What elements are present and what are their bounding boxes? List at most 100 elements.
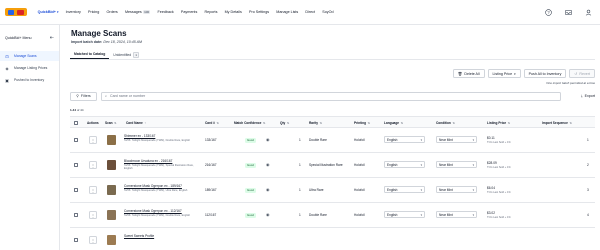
condition-select[interactable]: Near Mint ▾ <box>436 136 477 143</box>
col-match-confidence[interactable]: Match Confidence ⇅ <box>234 121 266 125</box>
quantity: 1 <box>299 163 301 167</box>
search-placeholder: Card name or number <box>110 94 146 98</box>
printing: Holofoil <box>354 138 365 142</box>
app-logo[interactable] <box>5 5 29 19</box>
filters-button[interactable]: ⚲ Filters <box>70 91 97 101</box>
scan-thumbnail[interactable] <box>107 235 116 245</box>
row-actions-menu-icon[interactable]: ⋮ <box>89 236 97 244</box>
row-checkbox[interactable] <box>74 238 78 242</box>
language-select[interactable]: English ▾ <box>384 161 425 168</box>
search-input[interactable]: ⌕ Card name or number <box>101 91 561 101</box>
inbox-icon[interactable] <box>564 8 572 16</box>
select-all-checkbox[interactable] <box>74 121 78 125</box>
scan-icon: ⊡ <box>5 53 9 59</box>
language-select[interactable]: English ▾ <box>384 211 425 218</box>
condition-select[interactable]: Near Mint ▾ <box>436 211 477 218</box>
card-name-link[interactable]: Sweet Sweets Profile <box>124 234 194 238</box>
result-count: 1-44 of 44 <box>70 108 84 112</box>
col-card-name[interactable]: Card Name ↑ <box>126 121 146 125</box>
listing-price-button[interactable]: Listing Price ▾ <box>487 69 521 78</box>
nav-item-orders[interactable]: Orders <box>103 10 121 14</box>
tabs: Matched to Catalog Unidentified 1 <box>70 50 595 60</box>
card-number: 216/167 <box>205 163 217 167</box>
scan-thumbnail[interactable] <box>107 135 116 145</box>
nav-item-my-details[interactable]: My Details <box>221 10 245 14</box>
eye-icon[interactable]: ◉ <box>266 137 270 142</box>
delete-all-button[interactable]: 🗑 Delete All <box>452 69 485 78</box>
chevron-down-icon: ▾ <box>420 162 422 167</box>
nav-item-inventory[interactable]: Inventory <box>62 10 84 14</box>
chevron-down-icon: ▾ <box>472 137 474 142</box>
card-name-link[interactable]: Shimmer ex - 133/167 <box>124 134 194 138</box>
eye-icon[interactable]: ◉ <box>266 212 270 217</box>
sidebar-item-manage-listing-prices[interactable]: ◈ Manage Listing Prices <box>0 63 59 73</box>
row-actions-menu-icon[interactable]: ⋮ <box>89 211 97 219</box>
col-rarity[interactable]: Rarity ⇅ <box>309 121 322 125</box>
nav-item-soyod[interactable]: SoyOd <box>319 10 337 14</box>
row-checkbox[interactable] <box>74 213 78 217</box>
eye-icon[interactable]: ◉ <box>266 187 270 192</box>
user-icon[interactable] <box>584 8 592 16</box>
box-icon: ▣ <box>5 77 9 83</box>
help-icon[interactable]: ? <box>544 8 552 16</box>
row-actions-menu-icon[interactable]: ⋮ <box>89 186 97 194</box>
sidebar-item-pushed-to-inventory[interactable]: ▣ Pushed to Inventory <box>0 75 59 85</box>
col-scan[interactable]: Scan ⇅ <box>105 121 117 125</box>
table-row: ⋮ Cornerstone Mask Ogerpon ex - 112/167 … <box>70 203 595 228</box>
card-description: SV06: Twilight Masquerade (TWM), Ultra R… <box>124 188 188 192</box>
rarity: Special Illustration Rare <box>309 163 343 167</box>
nav-item-brand[interactable]: QuickBid+ ▾ <box>34 10 62 14</box>
sidebar-item-manage-scans[interactable]: ⊡ Manage Scans <box>0 51 59 61</box>
collapse-sidebar-icon[interactable]: ⇤ <box>50 35 54 41</box>
scan-thumbnail[interactable] <box>107 185 116 195</box>
chevron-down-icon: ▾ <box>472 187 474 192</box>
row-actions-menu-icon[interactable]: ⋮ <box>89 136 97 144</box>
nav-item-pro-settings[interactable]: Pro Settings <box>245 10 272 14</box>
language-select[interactable]: English ▾ <box>384 136 425 143</box>
col-import-sequence[interactable]: Import Sequence ⇅ <box>542 121 572 125</box>
nav-item-manage-lists[interactable]: Manage Lists <box>273 10 302 14</box>
nav-item-feedback[interactable]: Feedback <box>154 10 177 14</box>
chevron-down-icon: ▾ <box>420 212 422 217</box>
card-name-link[interactable]: Cornerstone Mask Ogerpon ex - 112/167 <box>124 209 194 213</box>
push-all-to-inventory-button[interactable]: Push All to Inventory <box>523 69 567 78</box>
tab-unidentified[interactable]: Unidentified 1 <box>109 50 143 59</box>
tab-matched-to-catalog[interactable]: Matched to Catalog <box>70 50 110 59</box>
chevron-down-icon: ▾ <box>472 162 474 167</box>
tag-icon: ◈ <box>5 65 9 71</box>
nav-item-pricing[interactable]: Pricing <box>84 10 102 14</box>
chevron-down-icon: ▾ <box>420 187 422 192</box>
scan-thumbnail[interactable] <box>107 210 116 220</box>
bulk-actions: 🗑 Delete All Listing Price ▾ Push All to I… <box>452 69 595 78</box>
chevron-down-icon: ▾ <box>514 71 516 76</box>
nav-item-payments[interactable]: Payments <box>177 10 201 14</box>
chevron-down-icon: ▾ <box>472 212 474 217</box>
col-condition[interactable]: Condition ⇅ <box>436 121 455 125</box>
row-checkbox[interactable] <box>74 188 78 192</box>
export-button[interactable]: ⤓ Export <box>581 94 595 98</box>
condition-select[interactable]: Near Mint ▾ <box>436 186 477 193</box>
language-select[interactable]: English ▾ <box>384 186 425 193</box>
row-checkbox[interactable] <box>74 138 78 142</box>
col-listing-price[interactable]: Listing Price ⇅ <box>487 121 510 125</box>
revert-button[interactable]: ↺ Revert <box>569 69 595 78</box>
col-language[interactable]: Language ⇅ <box>384 121 403 125</box>
nav-item-direct[interactable]: Direct <box>302 10 319 14</box>
eye-icon[interactable]: ◉ <box>266 162 270 167</box>
col-printing[interactable]: Printing ⇅ <box>354 121 370 125</box>
sidebar-item-label: Manage Scans <box>14 54 37 58</box>
col-qty[interactable]: Qty ⇅ <box>280 121 290 125</box>
rarity: Double Rare <box>309 138 327 142</box>
scan-thumbnail[interactable] <box>107 160 116 170</box>
nav-item-messages[interactable]: Messages 100 <box>121 9 154 15</box>
import-sequence: 4 <box>587 213 589 217</box>
card-name-link[interactable]: Bloodmoon Ursaluna ex - 216/167 <box>124 159 194 163</box>
tab-badge: 1 <box>133 51 139 58</box>
col-card-number[interactable]: Card # ⇅ <box>205 121 219 125</box>
card-name-link[interactable]: Cornerstone Mask Ogerpon ex - 189/167 <box>124 184 194 188</box>
table-header: Actions Scan ⇅ Card Name ↑ Card # ⇅ Match C… <box>70 116 595 128</box>
condition-select[interactable]: Near Mint ▾ <box>436 161 477 168</box>
nav-item-reports[interactable]: Reports <box>201 10 221 14</box>
row-checkbox[interactable] <box>74 163 78 167</box>
row-actions-menu-icon[interactable]: ⋮ <box>89 161 97 169</box>
